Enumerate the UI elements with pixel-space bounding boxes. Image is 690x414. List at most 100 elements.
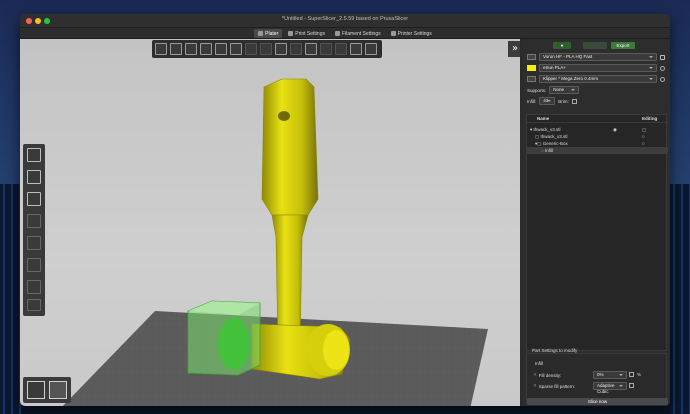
desktop-city-right xyxy=(670,184,690,414)
paste-icon[interactable] xyxy=(230,43,242,55)
supports-select[interactable]: None xyxy=(549,86,580,94)
print-profile-icon xyxy=(527,54,536,60)
copy-icon[interactable] xyxy=(215,43,227,55)
move-icon[interactable] xyxy=(27,148,41,162)
sparse-pattern-lock-icon[interactable] xyxy=(629,383,634,388)
part-settings-panel: Part Settings to modify Infill ✕ Fill de… xyxy=(526,348,668,405)
scene-canvas[interactable] xyxy=(20,39,520,406)
desktop-city-left xyxy=(0,184,22,414)
app-window: *Untitled - SuperSlicer_2.5.59 based on … xyxy=(20,14,670,406)
3d-viewport[interactable]: » xyxy=(20,39,520,406)
measure-icon[interactable] xyxy=(27,299,41,311)
layers-icon[interactable] xyxy=(320,43,332,55)
object-list-header: Name Editing xyxy=(527,115,668,123)
tab-filament-settings[interactable]: Filament Settings xyxy=(331,29,385,38)
delete-all-icon[interactable] xyxy=(185,43,197,55)
print-settings-gear-icon[interactable] xyxy=(660,54,665,60)
object-list: Name Editing ▾ thwack_v3.stl ◉ ▢ ▢ thwac… xyxy=(526,114,668,351)
remove-instance-icon[interactable] xyxy=(260,43,272,55)
fill-density-input[interactable]: 0% xyxy=(593,371,627,379)
infill-label: Infill: xyxy=(527,98,537,104)
object-label: thwack_v3.stl xyxy=(533,127,561,132)
part-row-generic-box[interactable]: ▾▢ Generic-Box ○ xyxy=(527,140,668,147)
column-name: Name xyxy=(537,116,550,121)
add-object-icon[interactable] xyxy=(155,43,167,55)
edit-modifier-icon[interactable]: ○ xyxy=(642,140,645,147)
fill-density-lock-icon[interactable] xyxy=(629,372,634,377)
remove-pattern-setting-icon[interactable]: ✕ xyxy=(533,383,537,389)
remove-setting-icon[interactable]: ✕ xyxy=(533,372,537,378)
split-objects-icon[interactable] xyxy=(275,43,287,55)
tab-print-settings-label: Print Settings xyxy=(295,30,325,37)
cut-icon[interactable] xyxy=(27,236,41,250)
filament-preset-row: eSun PLA+ xyxy=(527,64,665,72)
print-settings-icon xyxy=(288,31,294,36)
add-instance-icon[interactable] xyxy=(245,43,257,55)
printer-preset-select[interactable]: Klipper * Mega Zero 0.4mm xyxy=(539,75,657,83)
filament-settings-icon[interactable] xyxy=(660,65,665,71)
slice-mode-button[interactable]: ● xyxy=(553,42,571,49)
supports-label: Supports: xyxy=(527,87,547,93)
modifier-label: Generic-Box xyxy=(542,141,568,146)
filament-preset-select[interactable]: eSun PLA+ xyxy=(539,64,657,72)
printer-settings-icon[interactable] xyxy=(660,76,665,82)
view-switcher xyxy=(23,377,71,403)
window-title: *Untitled - SuperSlicer_2.5.59 based on … xyxy=(281,16,409,22)
printer-profile-icon xyxy=(527,76,536,82)
tab-plater-label: Plater xyxy=(265,30,279,37)
supports-row: Supports: None xyxy=(527,86,665,94)
object-row-thwack[interactable]: ▾ thwack_v3.stl ◉ ▢ xyxy=(527,126,668,133)
visibility-eye-icon[interactable]: ◉ xyxy=(613,126,617,133)
sparse-pattern-label: Sparse fill pattern: xyxy=(538,383,576,389)
rotate-icon[interactable] xyxy=(27,192,41,206)
filament-color-swatch[interactable] xyxy=(527,65,536,71)
redo-icon[interactable] xyxy=(365,43,377,55)
brim-checkbox[interactable] xyxy=(571,98,577,104)
tab-filament-settings-label: Filament Settings xyxy=(341,30,381,37)
right-sidebar: ● Export Voron HF - PLA HQ Fast eSun PLA… xyxy=(523,39,670,406)
place-on-face-icon[interactable] xyxy=(27,214,41,228)
tab-printer-settings[interactable]: Printer Settings xyxy=(387,29,436,38)
part-settings-title: Part Settings to modify xyxy=(530,348,580,353)
seam-painting-icon[interactable] xyxy=(27,280,41,294)
tab-bar: Plater Print Settings Filament Settings … xyxy=(20,28,670,39)
variable-layer-icon[interactable] xyxy=(335,43,347,55)
delete-icon[interactable] xyxy=(170,43,182,55)
settings-row-infill[interactable]: ◌ Infill xyxy=(527,147,668,154)
part-row-thwack[interactable]: ▢ thwack_v3.stl ○ xyxy=(527,133,668,140)
title-bar: *Untitled - SuperSlicer_2.5.59 based on … xyxy=(20,14,670,28)
edit-part-icon[interactable]: ○ xyxy=(642,133,645,140)
printer-preset-row: Klipper * Mega Zero 0.4mm xyxy=(527,75,665,83)
send-to-printer-button[interactable] xyxy=(583,42,607,49)
tab-printer-settings-label: Printer Settings xyxy=(397,30,432,37)
brim-label: Brim: xyxy=(558,98,569,104)
tab-plater[interactable]: Plater xyxy=(254,29,283,38)
printer-icon xyxy=(390,31,396,36)
undo-icon[interactable] xyxy=(350,43,362,55)
export-button[interactable]: Export xyxy=(611,42,635,49)
scale-icon[interactable] xyxy=(27,170,41,184)
tab-print-settings[interactable]: Print Settings xyxy=(284,29,329,38)
sparse-pattern-select[interactable]: Adaptive Cubic xyxy=(593,382,627,394)
settings-label: Infill xyxy=(544,148,553,153)
edit-object-icon[interactable]: ▢ xyxy=(642,126,646,133)
modifier-box-green[interactable] xyxy=(187,300,261,376)
preview-view-icon[interactable] xyxy=(49,381,67,399)
infill-row: Infill: 43 Brim: xyxy=(527,97,665,105)
print-preset-select[interactable]: Voron HF - PLA HQ Fast xyxy=(539,53,657,61)
slice-now-button[interactable]: Slice now xyxy=(527,398,668,405)
filament-icon xyxy=(334,31,340,36)
3d-view-icon[interactable] xyxy=(27,381,45,399)
part-label: thwack_v3.stl xyxy=(540,134,568,139)
paint-supports-icon[interactable] xyxy=(27,258,41,272)
sparse-pattern-row: ✕ Sparse fill pattern: xyxy=(533,383,575,389)
collapse-sidebar-button[interactable]: » xyxy=(508,41,520,57)
model-screwdriver[interactable] xyxy=(251,78,351,380)
print-preset-row: Voron HF - PLA HQ Fast xyxy=(527,53,665,61)
split-parts-icon[interactable] xyxy=(290,43,302,55)
infill-select[interactable]: 43 xyxy=(539,97,556,105)
fill-density-label: Fill density: xyxy=(538,372,562,378)
left-toolbar xyxy=(23,144,45,316)
arrange-icon[interactable] xyxy=(200,43,212,55)
search-icon[interactable] xyxy=(305,43,317,55)
